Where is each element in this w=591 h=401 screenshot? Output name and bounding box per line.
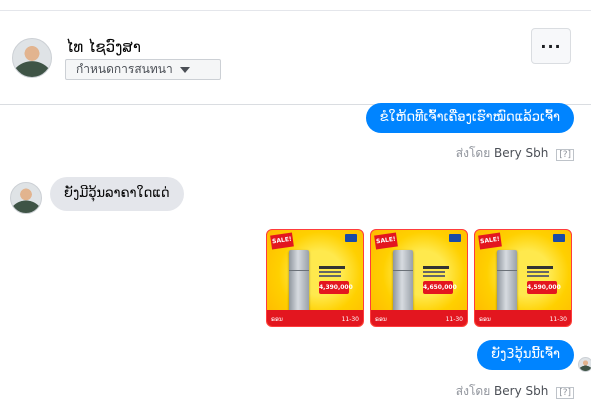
product-model — [423, 266, 455, 279]
label-select-text: กำหนดการสนทนา — [76, 62, 173, 76]
sale-badge: SALE! — [478, 232, 502, 250]
brand-badge — [449, 234, 461, 242]
photo-attachment[interactable]: SALE! 4,650,000 ຣອນ 11-30 — [370, 229, 468, 327]
sent-by-label: ส่งโดย Bery Sbh [?] — [456, 144, 574, 163]
photo-attachments: SALE! 4,390,000 ຣອນ 11-30 SALE! 4,650,00… — [266, 229, 572, 327]
refrigerator-image — [289, 250, 309, 312]
sale-badge: SALE! — [374, 232, 398, 250]
photo-attachment[interactable]: SALE! 4,390,000 ຣອນ 11-30 — [266, 229, 364, 327]
brand-badge — [553, 234, 565, 242]
store-logo: ຣອນ — [375, 316, 387, 323]
more-options-button[interactable]: ··· — [531, 28, 571, 64]
refrigerator-image — [393, 250, 413, 312]
promo-date: 11-30 — [549, 316, 567, 323]
sent-by-prefix: ส่งโดย — [455, 384, 491, 398]
sent-by-prefix: ส่งโดย — [455, 146, 491, 160]
sender-name[interactable]: Bery Sbh — [494, 146, 548, 160]
sent-by-label: ส่งโดย Bery Sbh [?] — [456, 382, 574, 401]
refrigerator-image — [497, 250, 517, 312]
conversation-label-select[interactable]: กำหนดการสนทนา — [65, 59, 221, 80]
store-logo: ຣອນ — [271, 316, 283, 323]
price-tag: 4,390,000 — [319, 281, 353, 294]
sender-name[interactable]: Bery Sbh — [494, 384, 548, 398]
sale-badge: SALE! — [270, 232, 294, 250]
price-tag: 4,590,000 — [527, 281, 561, 294]
message-incoming[interactable]: ຍັງມີວຸ້ນລາຄາໃດແດ່ — [50, 177, 184, 211]
caret-down-icon — [179, 66, 190, 73]
help-link[interactable]: [?] — [556, 149, 574, 161]
photo-attachment[interactable]: SALE! 4,590,000 ຣອນ 11-30 — [474, 229, 572, 327]
message-outgoing[interactable]: ຂໍໃຫ້ດທີເຈົ້າເຄື່ອງເຮົາໝົດແລ້ວເຈົ້າ — [365, 103, 574, 133]
seen-indicator-avatar — [578, 357, 591, 372]
contact-name[interactable]: ໄທ ໄຊວົງສາ — [66, 38, 141, 56]
store-logo: ຣອນ — [479, 316, 491, 323]
help-link[interactable]: [?] — [556, 387, 574, 399]
product-model — [319, 266, 351, 279]
product-model — [527, 266, 559, 279]
sender-avatar[interactable] — [10, 182, 42, 214]
top-divider — [0, 10, 591, 11]
price-tag: 4,650,000 — [423, 281, 457, 294]
brand-badge — [345, 234, 357, 242]
contact-avatar[interactable] — [12, 38, 52, 78]
promo-date: 11-30 — [445, 316, 463, 323]
promo-date: 11-30 — [341, 316, 359, 323]
message-outgoing[interactable]: ຍັງ3ວຸ້ນນີ້ເຈົ້າ — [477, 340, 574, 370]
